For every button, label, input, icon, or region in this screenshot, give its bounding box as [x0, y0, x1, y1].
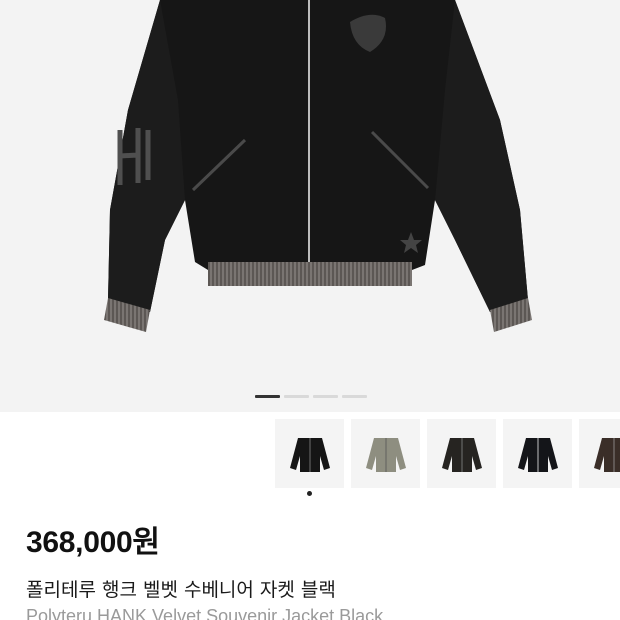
thumbnail-jacket-black-front[interactable]: [275, 419, 344, 488]
thumbnail-strip[interactable]: [275, 419, 620, 489]
product-title-korean: 폴리테루 행크 벨벳 수베니어 자켓 블랙: [26, 579, 336, 601]
product-price: 368,000원: [26, 526, 160, 559]
product-image-carousel[interactable]: [0, 0, 620, 412]
thumbnail-jacket-brown-velvet[interactable]: [579, 419, 620, 488]
jacket-thumbnail-icon: [289, 437, 330, 472]
carousel-dot[interactable]: [284, 395, 309, 398]
thumbnail-jacket-black-velvet[interactable]: [427, 419, 496, 488]
selected-thumbnail-dot: [307, 491, 312, 496]
jacket-product-image: [104, 0, 532, 332]
thumbnail-jacket-black-satin[interactable]: [503, 419, 572, 488]
product-title-english: Polyteru HANK Velvet Souvenir Jacket Bla…: [26, 606, 384, 620]
jacket-thumbnail-icon: [517, 437, 558, 472]
jacket-thumbnail-icon: [593, 437, 620, 472]
thumbnail-jacket-khaki-reverse[interactable]: [351, 419, 420, 488]
jacket-thumbnail-icon: [365, 437, 406, 472]
carousel-dot-active[interactable]: [255, 395, 280, 398]
carousel-dot[interactable]: [313, 395, 338, 398]
carousel-dot[interactable]: [342, 395, 367, 398]
jacket-thumbnail-icon: [441, 437, 482, 472]
carousel-pagination: [255, 395, 367, 399]
